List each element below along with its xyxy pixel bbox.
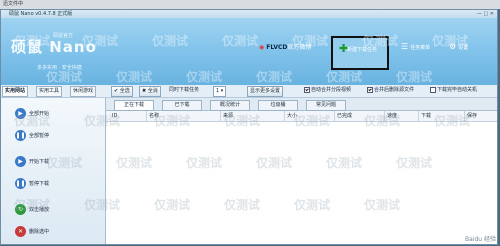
- watermark: 仅测试: [396, 156, 433, 170]
- watermark: 仅测试: [14, 34, 51, 48]
- watermark: 仅测试: [84, 198, 121, 212]
- column-download[interactable]: 下载: [418, 111, 431, 121]
- pause-download-button[interactable]: ❚❚ 暂停下载: [15, 176, 95, 192]
- watermark: 仅测试: [434, 114, 471, 128]
- watermark: 仅测试: [84, 114, 121, 128]
- toolbar: 实用网站 实用工具 休闲游戏 ✔ 全选 ✖ 全消 同时下载任务 1 ▾ 显示更多…: [1, 85, 497, 98]
- tab-downloading[interactable]: 正在下载: [114, 100, 154, 111]
- watermark: 仅测试: [222, 34, 259, 48]
- pause-icon: ❚❚: [15, 130, 26, 141]
- play-icon: ▶: [15, 156, 26, 167]
- title-bar: 硕鼠 Nano v0.4.7.8 正式版 — □ ✕: [1, 10, 497, 18]
- checkbox-icon: [304, 86, 310, 93]
- minimize-button[interactable]: —: [477, 11, 482, 17]
- watermark: 仅测试: [186, 70, 223, 84]
- auto-merge-checkbox[interactable]: 自动合并分段视频: [304, 86, 351, 95]
- watermark: 仅测试: [154, 114, 191, 128]
- watermark: 仅测试: [362, 34, 399, 48]
- task-menu-button[interactable]: ☰ 任务菜单: [401, 42, 430, 51]
- watermark: 仅测试: [292, 34, 329, 48]
- download-tabs: 正在下载 已下载 概况统计 垃圾桶 常见问题: [106, 98, 497, 111]
- watermark: 仅测试: [364, 114, 401, 128]
- tab-useful-tools[interactable]: 实用工具: [36, 86, 63, 97]
- pause-icon: ❚❚: [15, 178, 26, 189]
- close-button[interactable]: ✕: [490, 11, 494, 17]
- watermark: 仅测试: [152, 34, 189, 48]
- tab-statistics[interactable]: 概况统计: [210, 100, 250, 111]
- maximize-button[interactable]: □: [483, 11, 488, 17]
- concurrent-label: 同时下载任务: [169, 87, 200, 93]
- show-more-settings-button[interactable]: 显示更多设置: [247, 86, 284, 97]
- download-list[interactable]: [106, 122, 497, 244]
- watermark: 仅测试: [186, 156, 223, 170]
- select-all-button[interactable]: ✔ 全选: [111, 86, 133, 97]
- auto-shutdown-checkbox[interactable]: 下载完毕自动关机: [430, 86, 477, 95]
- tab-downloaded[interactable]: 已下载: [162, 100, 202, 111]
- taskbar-strip: 迅文件中: [0, 0, 500, 9]
- tab-useful-sites[interactable]: 实用网站: [2, 86, 29, 97]
- watermark: 仅测试: [396, 70, 433, 84]
- watermark: 仅测试: [14, 114, 51, 128]
- watermark: 仅测试: [46, 156, 83, 170]
- watermark: 仅测试: [116, 70, 153, 84]
- watermark: 仅测试: [82, 34, 119, 48]
- watermark: 仅测试: [46, 70, 83, 84]
- column-completed[interactable]: 已完成: [334, 111, 352, 121]
- logo-subtitle: 硕鼠官方: [53, 33, 74, 39]
- watermark: 仅测试: [224, 198, 261, 212]
- footer-watermark: Baidu 经验: [465, 236, 496, 243]
- tab-faq[interactable]: 常见问题: [306, 100, 346, 111]
- watermark: 仅测试: [154, 198, 191, 212]
- pause-all-button[interactable]: ❚❚ 全部暂停: [15, 128, 95, 144]
- tab-trash[interactable]: 垃圾桶: [258, 100, 298, 111]
- watermark: 仅测试: [294, 198, 331, 212]
- watermark: 仅测试: [364, 198, 401, 212]
- concurrent-select[interactable]: 1 ▾: [213, 86, 227, 97]
- watermark: 仅测试: [326, 156, 363, 170]
- watermark: 仅测试: [294, 114, 331, 128]
- checkbox-icon: [367, 86, 373, 93]
- delete-source-checkbox[interactable]: 合并后删除源文件: [367, 86, 414, 95]
- checkbox-icon: [430, 86, 436, 93]
- watermark: 仅测试: [116, 156, 153, 170]
- weibo-icon: ◉: [259, 44, 265, 51]
- watermark: 仅测试: [14, 198, 51, 212]
- delete-icon: ✕: [15, 226, 26, 237]
- taskbar-title: 迅文件中: [3, 1, 24, 7]
- watermark: 仅测试: [224, 114, 261, 128]
- watermark: 仅测试: [256, 70, 293, 84]
- menu-icon: ☰: [401, 42, 409, 51]
- delete-selected-button[interactable]: ✕ 删除选中: [15, 224, 95, 240]
- deselect-all-button[interactable]: ✖ 全消: [139, 86, 161, 97]
- watermark: 仅测试: [432, 34, 469, 48]
- window-title: 硕鼠 Nano v0.4.7.8 正式版: [9, 11, 73, 17]
- tab-casual-games[interactable]: 休闲游戏: [70, 86, 97, 97]
- watermark: 仅测试: [326, 70, 363, 84]
- watermark: 仅测试: [256, 156, 293, 170]
- window-controls: — □ ✕: [477, 10, 494, 18]
